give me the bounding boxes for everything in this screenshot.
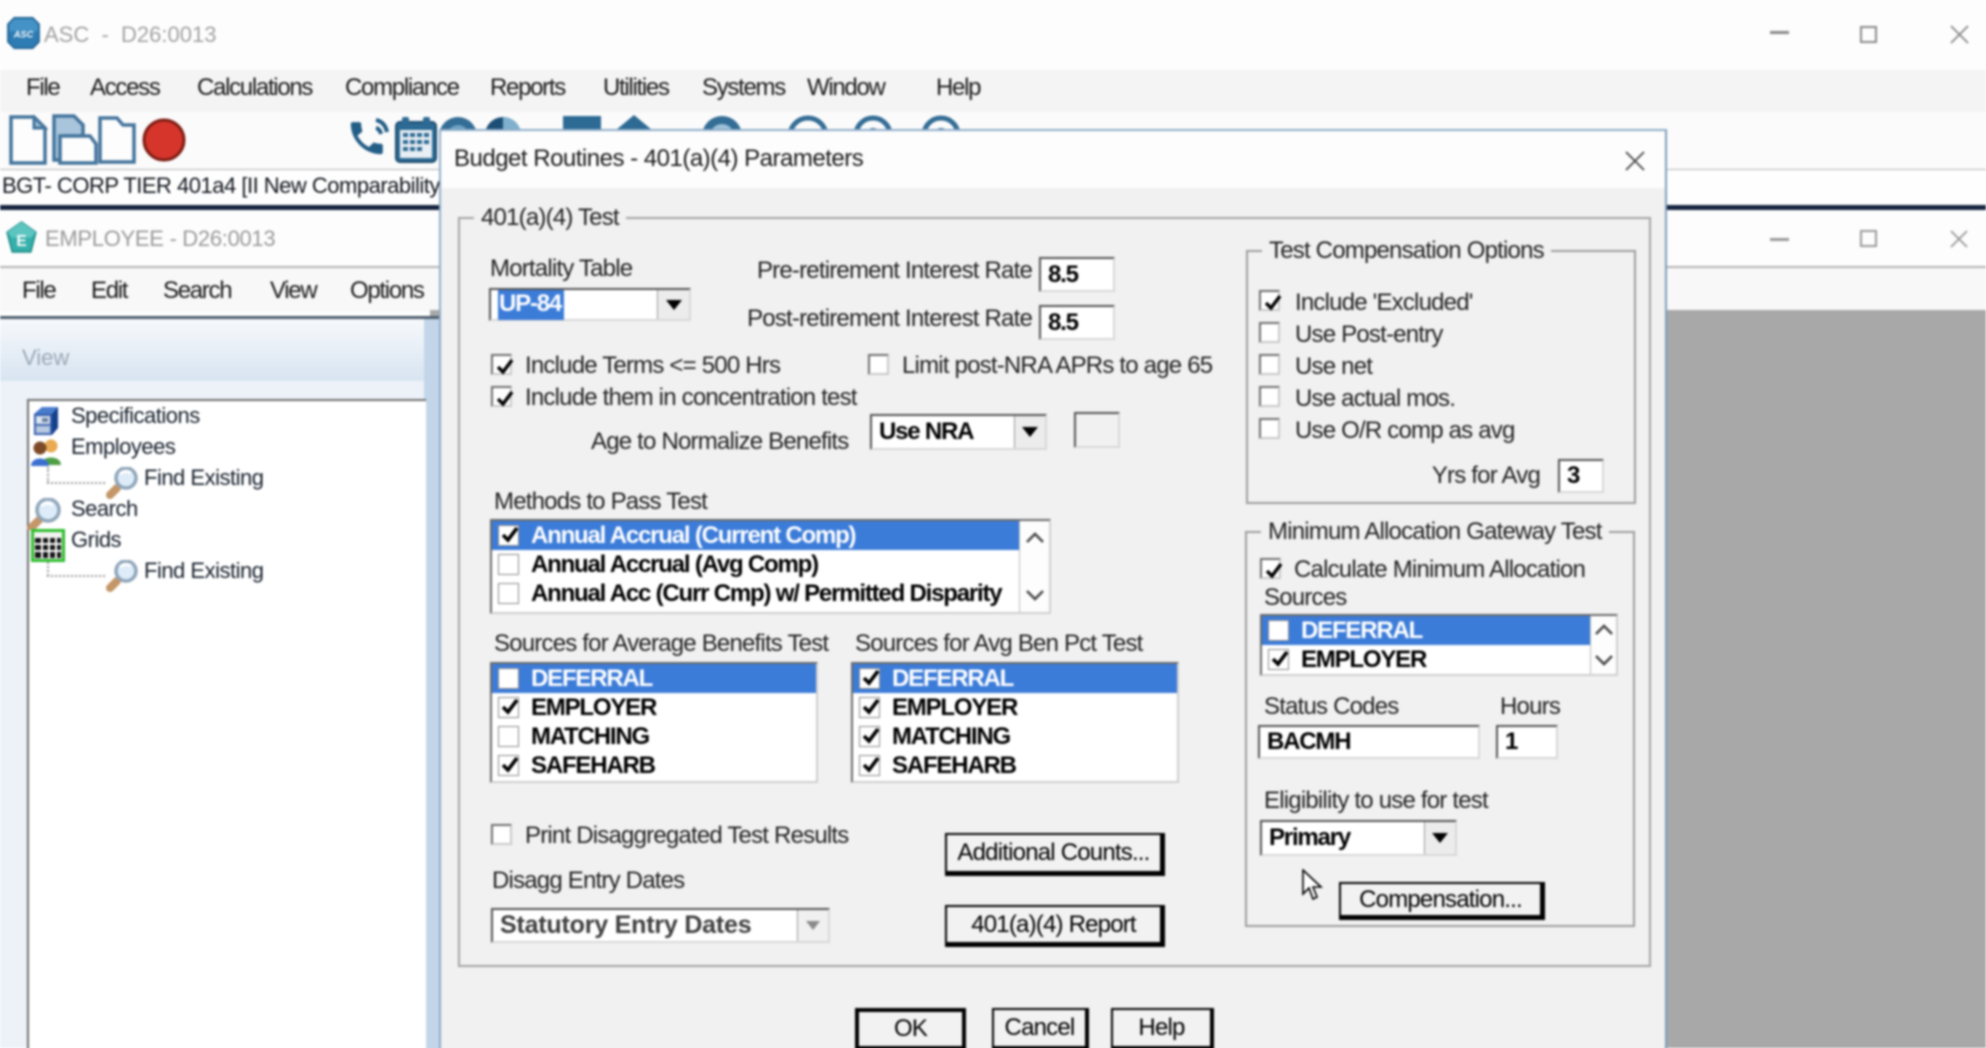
svg-text:E: E <box>16 233 26 250</box>
svg-text:ASC: ASC <box>13 30 34 40</box>
